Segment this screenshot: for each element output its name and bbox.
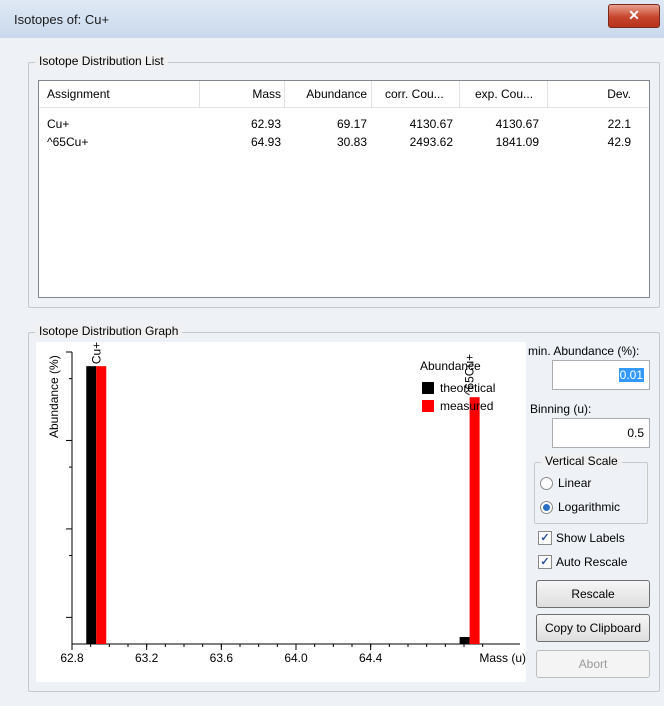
linear-label[interactable]: Linear <box>558 476 591 490</box>
title-bar[interactable]: Isotopes of: Cu+ ✕ <box>0 0 664 38</box>
list-group-label: Isotope Distribution List <box>35 54 168 68</box>
column-header-mass[interactable]: Mass <box>252 87 281 101</box>
bar-theoretical <box>86 366 97 644</box>
auto-rescale-label[interactable]: Auto Rescale <box>556 555 662 569</box>
show-labels-checkbox[interactable]: ✓ <box>538 531 552 545</box>
bar-measured <box>96 366 107 644</box>
cell-corr-count: 2493.62 <box>409 135 453 149</box>
bar-measured <box>469 397 480 644</box>
legend-entry-measured: measured <box>440 399 493 413</box>
cell-mass: 64.93 <box>250 135 281 149</box>
bar-theoretical <box>459 636 470 644</box>
min-abundance-input[interactable]: 0.01 <box>552 360 650 390</box>
x-axis-label: Mass (u) <box>479 651 526 665</box>
distribution-chart: Abundance (%) 62.8 63.2 63.6 64.0 64.4 Mass (u… <box>47 342 526 665</box>
logarithmic-radio[interactable] <box>540 501 553 514</box>
x-tick-label: 63.2 <box>135 651 159 665</box>
min-abundance-label: min. Abundance (%): <box>528 344 640 358</box>
column-header-dev[interactable]: Dev. <box>607 87 631 101</box>
checkmark-icon: ✓ <box>540 556 550 568</box>
vertical-scale-group: Vertical Scale <box>534 454 648 524</box>
close-button[interactable]: ✕ <box>608 4 660 28</box>
rescale-button[interactable]: Rescale <box>536 580 650 608</box>
cell-exp-count: 1841.09 <box>495 135 539 149</box>
vertical-scale-label: Vertical Scale <box>541 454 622 468</box>
close-icon: ✕ <box>628 7 640 23</box>
column-header-exp-count[interactable]: exp. Cou... <box>475 87 533 101</box>
window-title: Isotopes of: Cu+ <box>14 12 110 27</box>
table-row[interactable]: Cu+ 62.93 69.17 4130.67 4130.67 22.1 <box>39 111 649 131</box>
graph-group-label: Isotope Distribution Graph <box>35 324 183 338</box>
column-header-assignment[interactable]: Assignment <box>47 87 110 101</box>
isotope-list[interactable]: Assignment Mass Abundance corr. Cou... e… <box>38 80 650 298</box>
legend-title: Abundance <box>420 359 481 373</box>
column-header-corr-count[interactable]: corr. Cou... <box>385 87 444 101</box>
x-tick-label: 64.0 <box>284 651 308 665</box>
auto-rescale-checkbox[interactable]: ✓ <box>538 555 552 569</box>
chart-legend: Abundance theoretical measured <box>420 359 495 413</box>
linear-radio[interactable] <box>540 477 553 490</box>
legend-swatch-measured <box>422 400 434 412</box>
show-labels-label[interactable]: Show Labels <box>556 531 625 545</box>
binning-label: Binning (u): <box>530 402 592 416</box>
table-row[interactable]: ^65Cu+ 64.93 30.83 2493.62 1841.09 42.9 <box>39 129 649 149</box>
abort-button[interactable]: Abort <box>536 650 650 678</box>
chart-axes <box>66 351 520 650</box>
binning-value: 0.5 <box>627 426 644 440</box>
cell-abundance: 30.83 <box>336 135 367 149</box>
cell-dev: 42.9 <box>607 135 631 149</box>
column-header-abundance[interactable]: Abundance <box>306 87 367 101</box>
distribution-graph: Abundance (%) 62.8 63.2 63.6 64.0 64.4 Mass (u… <box>36 342 526 682</box>
binning-input[interactable]: 0.5 <box>552 418 650 448</box>
x-tick-label: 63.6 <box>210 651 234 665</box>
y-axis-label: Abundance (%) <box>47 355 61 438</box>
cell-assignment: ^65Cu+ <box>47 135 89 149</box>
peak-label: Cu+ <box>89 342 103 364</box>
copy-to-clipboard-button[interactable]: Copy to Clipboard <box>536 614 650 642</box>
min-abundance-value: 0.01 <box>618 368 644 382</box>
x-tick-label: 64.4 <box>359 651 383 665</box>
legend-entry-theoretical: theoretical <box>440 381 495 395</box>
list-header: Assignment Mass Abundance corr. Cou... e… <box>39 81 649 108</box>
logarithmic-label[interactable]: Logarithmic <box>558 500 620 514</box>
legend-swatch-theoretical <box>422 382 434 394</box>
x-tick-label: 62.8 <box>60 651 84 665</box>
checkmark-icon: ✓ <box>540 532 550 544</box>
chart-bars <box>86 366 480 644</box>
